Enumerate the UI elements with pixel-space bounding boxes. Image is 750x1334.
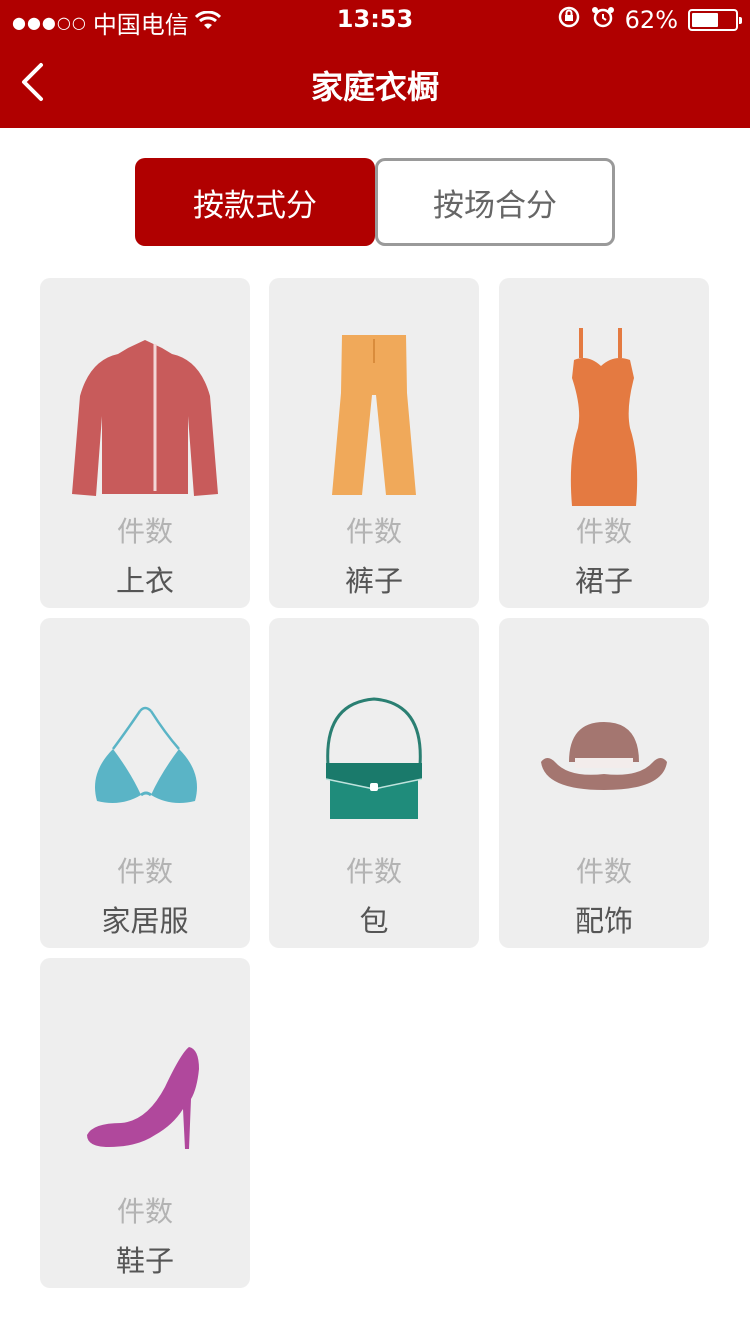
segment-by-occasion[interactable]: 按场合分 xyxy=(375,158,615,246)
category-card-homewear[interactable]: 件数 家居服 xyxy=(40,618,250,948)
signal-strength: ●●●○○ xyxy=(12,13,87,32)
battery-percent: 62% xyxy=(624,6,678,34)
category-name: 包 xyxy=(359,904,389,938)
category-name: 裙子 xyxy=(574,564,633,598)
pants-icon xyxy=(269,318,479,518)
bikini-icon xyxy=(40,658,250,858)
wifi-icon xyxy=(194,9,221,37)
high-heel-icon xyxy=(40,998,250,1198)
battery-icon xyxy=(688,9,742,31)
count-label: 件数 xyxy=(345,855,402,888)
status-bar: ●●●○○ 中国电信 13:53 62% xyxy=(0,0,750,40)
category-card-tops[interactable]: 件数 上衣 xyxy=(40,278,250,608)
category-card-pants[interactable]: 件数 裤子 xyxy=(269,278,479,608)
page-title: 家庭衣橱 xyxy=(310,68,439,106)
handbag-icon xyxy=(269,658,479,858)
rotation-lock-icon xyxy=(557,5,581,35)
count-label: 件数 xyxy=(116,515,173,548)
category-name: 裤子 xyxy=(344,564,403,598)
hat-icon xyxy=(499,658,709,858)
header: ●●●○○ 中国电信 13:53 62% 家庭衣橱 xyxy=(0,0,750,128)
category-card-shoes[interactable]: 件数 鞋子 xyxy=(40,958,250,1288)
carrier-name: 中国电信 xyxy=(92,11,189,39)
category-card-skirts[interactable]: 件数 裙子 xyxy=(499,278,709,608)
alarm-icon xyxy=(591,5,615,35)
jacket-icon xyxy=(40,318,250,518)
category-card-accessories[interactable]: 件数 配饰 xyxy=(499,618,709,948)
count-label: 件数 xyxy=(575,515,632,548)
count-label: 件数 xyxy=(345,515,402,548)
count-label: 件数 xyxy=(575,855,632,888)
category-name: 鞋子 xyxy=(115,1244,174,1278)
category-name: 上衣 xyxy=(115,564,174,598)
count-label: 件数 xyxy=(116,1195,173,1228)
category-name: 家居服 xyxy=(101,904,189,938)
count-label: 件数 xyxy=(116,855,173,888)
battery-level xyxy=(692,13,718,27)
category-name: 配饰 xyxy=(574,904,633,938)
dress-icon xyxy=(499,318,709,518)
category-card-bags[interactable]: 件数 包 xyxy=(269,618,479,948)
segment-by-style[interactable]: 按款式分 xyxy=(135,158,375,246)
